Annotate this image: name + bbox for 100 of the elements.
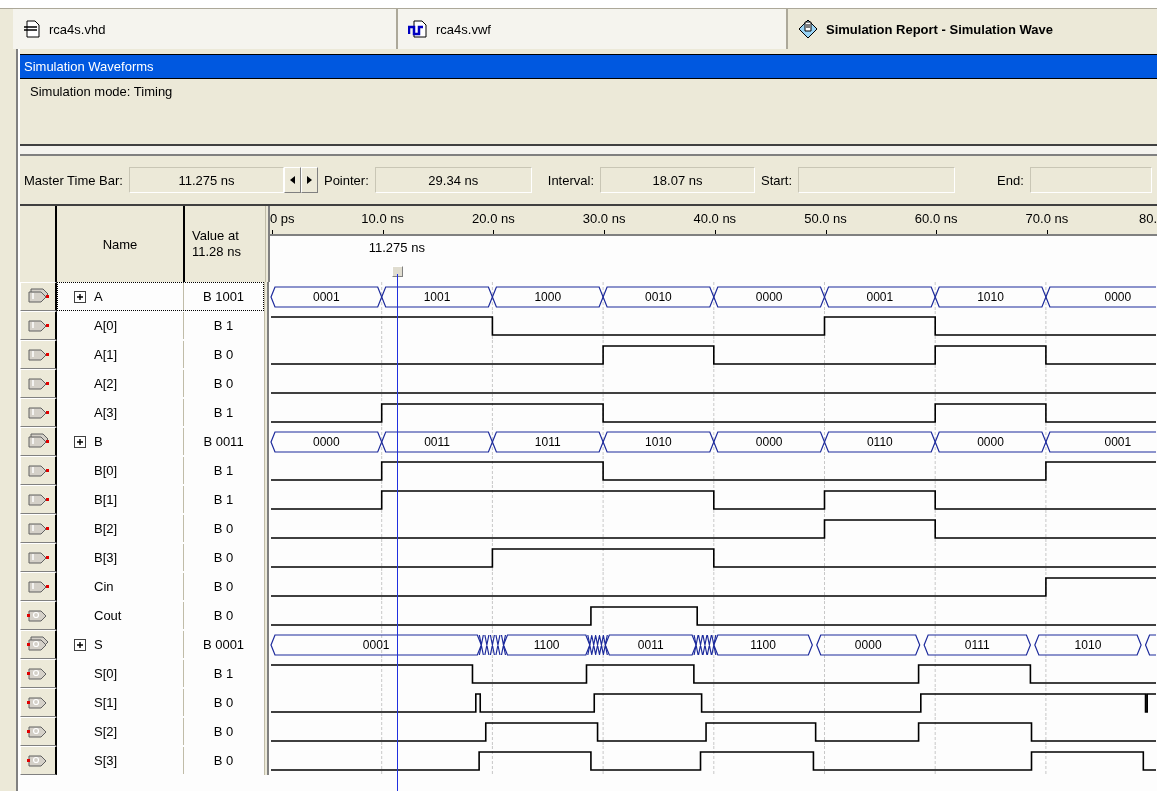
glitch-mark [693, 634, 717, 656]
bus-value: 1010 [1074, 638, 1102, 652]
bus-value: 0001 [313, 290, 340, 304]
panel-title: Simulation Waveforms [20, 54, 1157, 79]
left-arrow-icon [289, 176, 295, 184]
input-pin-icon [26, 491, 50, 508]
simulation-mode-text: Simulation mode: Timing [30, 84, 173, 99]
input-pin-icon [26, 404, 50, 421]
bus-value: 0001 [362, 638, 390, 652]
signal-value: B 0 [213, 753, 234, 768]
signal-name[interactable]: S[2] [94, 724, 118, 739]
bus-value: 0111 [964, 638, 990, 652]
signal-value: B 0011 [203, 434, 244, 449]
input-pin-icon [26, 375, 50, 392]
bus-value: 0000 [854, 638, 882, 652]
bus-value: 1010 [645, 435, 672, 449]
bus-value: 1010 [977, 290, 1004, 304]
signal-value: B 0 [213, 376, 234, 391]
text-file-icon [23, 20, 41, 38]
signal-value: B 0001 [202, 637, 245, 652]
expand-icon[interactable] [74, 435, 86, 448]
signal-value: B 1 [213, 463, 234, 478]
signal-value: B 1 [213, 318, 234, 333]
signal-name[interactable]: A[2] [94, 376, 118, 391]
signal-value: B 1 [213, 405, 234, 420]
bus-value: 0110 [866, 435, 893, 449]
time-cursor[interactable] [396, 274, 399, 791]
bus-value: 0000 [313, 435, 340, 449]
time-tick-label: 50.0 ns [804, 211, 847, 226]
signal-name[interactable]: S[0] [94, 666, 118, 681]
file-tab[interactable]: rca4s.vwf [398, 9, 788, 49]
expand-icon[interactable] [74, 638, 86, 651]
column-header: Value at 11.28 ns [192, 228, 242, 260]
signal-value: B 0 [213, 608, 234, 623]
signal-name[interactable]: B[2] [94, 521, 118, 536]
signal-value: B 0 [213, 724, 234, 739]
time-tick-label: 30.0 ns [582, 211, 626, 226]
signal-name[interactable]: S [94, 637, 103, 652]
bus-value: 1100 [533, 638, 560, 652]
pointer-field[interactable]: 29.34 ns [374, 167, 532, 193]
signal-name[interactable]: B [94, 434, 103, 449]
expand-icon[interactable] [74, 290, 86, 303]
time-tick-label: 60.0 ns [914, 211, 958, 226]
right-arrow-icon [306, 176, 312, 184]
column-splitter[interactable] [264, 282, 269, 311]
file-tab[interactable]: rca4s.vhd [13, 9, 398, 49]
time-tick-label: 20.0 ns [472, 211, 515, 226]
input-pin-icon [26, 462, 50, 479]
bus-value: 1011 [534, 435, 561, 449]
bus-value: 0011 [424, 435, 450, 449]
field-label: End: [997, 172, 1024, 188]
master-time-field[interactable]: 11.275 ns [128, 167, 284, 193]
column-splitter[interactable] [264, 746, 269, 775]
signal-name[interactable]: Cin [94, 579, 114, 594]
waveform-file-icon [408, 20, 428, 38]
signal-name[interactable]: A [94, 289, 103, 304]
bus-value: 1001 [423, 290, 451, 304]
bus-segment [1144, 634, 1156, 656]
input-bus-pin-icon [26, 433, 50, 450]
bus-value: 0010 [645, 290, 672, 304]
bus-value: 1100 [750, 638, 776, 652]
signal-name[interactable]: B[1] [94, 492, 118, 507]
signal-name[interactable]: A[1] [94, 347, 118, 362]
field-label: Master Time Bar: [24, 172, 123, 188]
signal-value: B 0 [213, 550, 234, 565]
signal-name[interactable]: S[3] [94, 753, 118, 768]
signal-name[interactable]: Cout [94, 608, 122, 623]
signal-value: B 1001 [202, 289, 245, 304]
input-pin-icon [26, 317, 50, 334]
time-tick-label: 40.0 ns [693, 211, 737, 226]
signal-value: B 0 [213, 521, 234, 536]
signal-value: B 1 [213, 666, 234, 681]
signal-value: B 0 [213, 579, 234, 594]
glitch-mark [587, 634, 608, 656]
column-splitter[interactable] [265, 206, 270, 282]
interval-field[interactable]: 18.07 ns [600, 167, 756, 193]
bus-value: 1000 [534, 290, 562, 304]
bus-value: 0000 [755, 435, 783, 449]
bus-value: 0000 [977, 435, 1004, 449]
cursor-time-label: 11.275 ns [368, 240, 425, 255]
signal-value: B 0 [213, 695, 234, 710]
signal-name[interactable]: S[1] [94, 695, 118, 710]
end-field[interactable] [1029, 167, 1152, 193]
column-header: Name [102, 236, 138, 252]
output-bus-pin-icon [26, 636, 50, 653]
glitch-mark [478, 634, 507, 656]
bus-value: 0001 [866, 290, 894, 304]
bus-value: 0011 [637, 638, 664, 652]
signal-name[interactable]: B[0] [94, 463, 118, 478]
signal-value: B 0 [213, 347, 234, 362]
field-label: Pointer: [323, 172, 369, 188]
signal-name[interactable]: B[3] [94, 550, 118, 565]
signal-name[interactable]: A[0] [94, 318, 118, 333]
bus-value: 0000 [755, 290, 783, 304]
time-tick-label: 10.0 ns [361, 211, 404, 226]
signal-name[interactable]: A[3] [94, 405, 118, 420]
splitter-bar[interactable] [20, 146, 1157, 156]
field-label: Interval: [547, 172, 595, 188]
cursor-handle[interactable] [391, 266, 403, 277]
start-field[interactable] [798, 167, 956, 193]
